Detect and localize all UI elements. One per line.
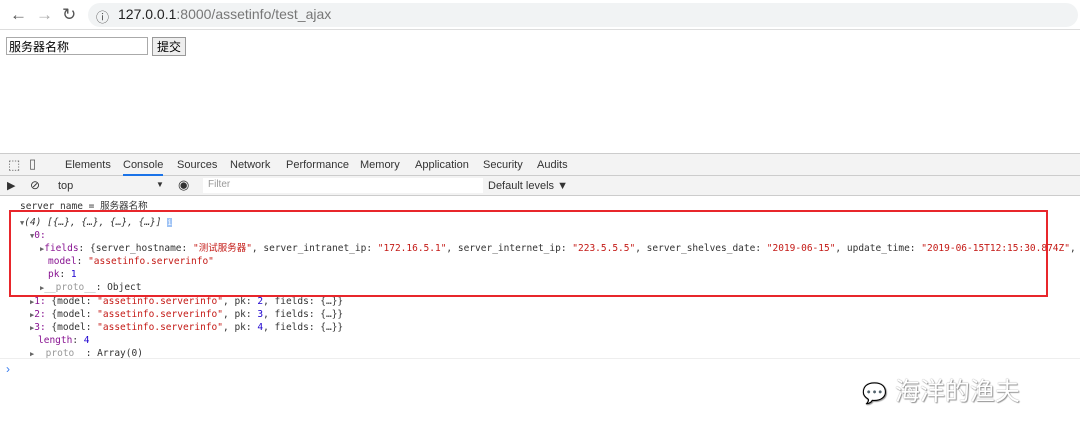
inspect-icon[interactable]: ⬚ [8, 157, 20, 173]
device-toolbar-icon[interactable]: ▯ [29, 156, 36, 172]
filter-input[interactable]: Filter [203, 178, 483, 193]
tab-security[interactable]: Security [483, 159, 523, 171]
length-row: length: 4 [38, 335, 90, 346]
tab-audits[interactable]: Audits [537, 159, 568, 171]
back-icon[interactable]: ← [10, 5, 27, 25]
tab-memory[interactable]: Memory [360, 159, 400, 171]
item-2[interactable]: ▶2: {model: "assetinfo.serverinfo", pk: … [30, 308, 343, 321]
devtools-tabs: ⬚ ▯ Elements Console Sources Network Per… [0, 153, 1080, 176]
tab-network[interactable]: Network [230, 159, 270, 171]
clear-console-icon[interactable]: ⊘ [30, 178, 40, 192]
tab-sources[interactable]: Sources [177, 159, 217, 171]
console-toolbar: ▶ ⊘ top ▼ ◉ Filter Default levels ▼ [0, 176, 1080, 196]
console-prompt[interactable]: › [6, 362, 10, 376]
reload-icon[interactable]: ↻ [62, 5, 76, 25]
tab-performance[interactable]: Performance [286, 159, 349, 171]
server-name-input[interactable] [6, 37, 148, 55]
eye-icon[interactable]: ◉ [178, 177, 189, 193]
submit-button[interactable]: 提交 [152, 37, 186, 56]
chevron-down-icon[interactable]: ▼ [156, 180, 164, 189]
info-icon[interactable]: ⓘ [96, 7, 109, 26]
divider [0, 358, 1080, 359]
address-bar[interactable]: ⓘ 127.0.0.1:8000/assetinfo/test_ajax [88, 3, 1078, 27]
forward-icon[interactable]: → [36, 5, 53, 25]
sidebar-toggle-icon[interactable]: ▶ [7, 179, 15, 192]
tab-application[interactable]: Application [415, 159, 469, 171]
browser-toolbar: ← → ↻ ⓘ 127.0.0.1:8000/assetinfo/test_aj… [0, 0, 1080, 30]
item-3[interactable]: ▶3: {model: "assetinfo.serverinfo", pk: … [30, 321, 343, 334]
highlight-box [9, 210, 1048, 297]
tab-elements[interactable]: Elements [65, 159, 111, 171]
watermark: 💬 海洋的渔夫 [862, 377, 1020, 406]
wechat-icon: 💬 [862, 381, 887, 405]
context-select[interactable]: top [58, 180, 73, 192]
log-levels-dropdown[interactable]: Default levels ▼ [488, 180, 568, 192]
tab-console[interactable]: Console [123, 159, 164, 176]
